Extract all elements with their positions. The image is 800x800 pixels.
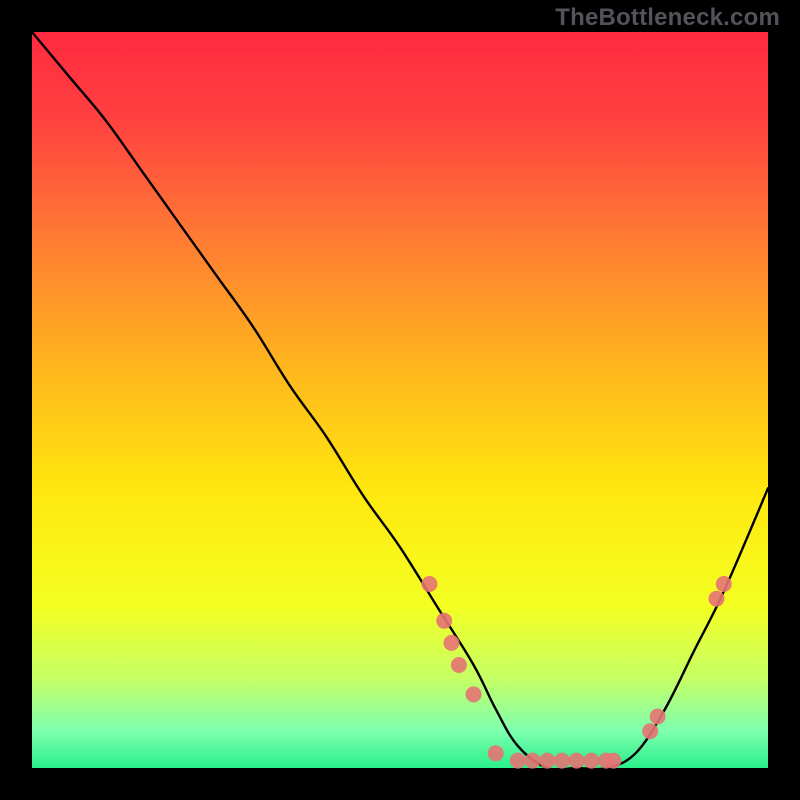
data-marker [569, 753, 585, 769]
data-marker [451, 657, 467, 673]
data-marker [642, 723, 658, 739]
data-marker [444, 635, 460, 651]
data-marker [525, 753, 541, 769]
data-marker [488, 745, 504, 761]
data-marker [436, 613, 452, 629]
data-marker [650, 709, 666, 725]
chart-container: TheBottleneck.com [0, 0, 800, 800]
data-marker [510, 753, 526, 769]
data-marker [554, 753, 570, 769]
data-marker [466, 686, 482, 702]
data-marker [539, 753, 555, 769]
data-marker [716, 576, 732, 592]
bottleneck-curve-chart [0, 0, 800, 800]
data-marker [605, 753, 621, 769]
data-marker [421, 576, 437, 592]
gradient-background [32, 32, 768, 768]
data-marker [583, 753, 599, 769]
data-marker [709, 591, 725, 607]
